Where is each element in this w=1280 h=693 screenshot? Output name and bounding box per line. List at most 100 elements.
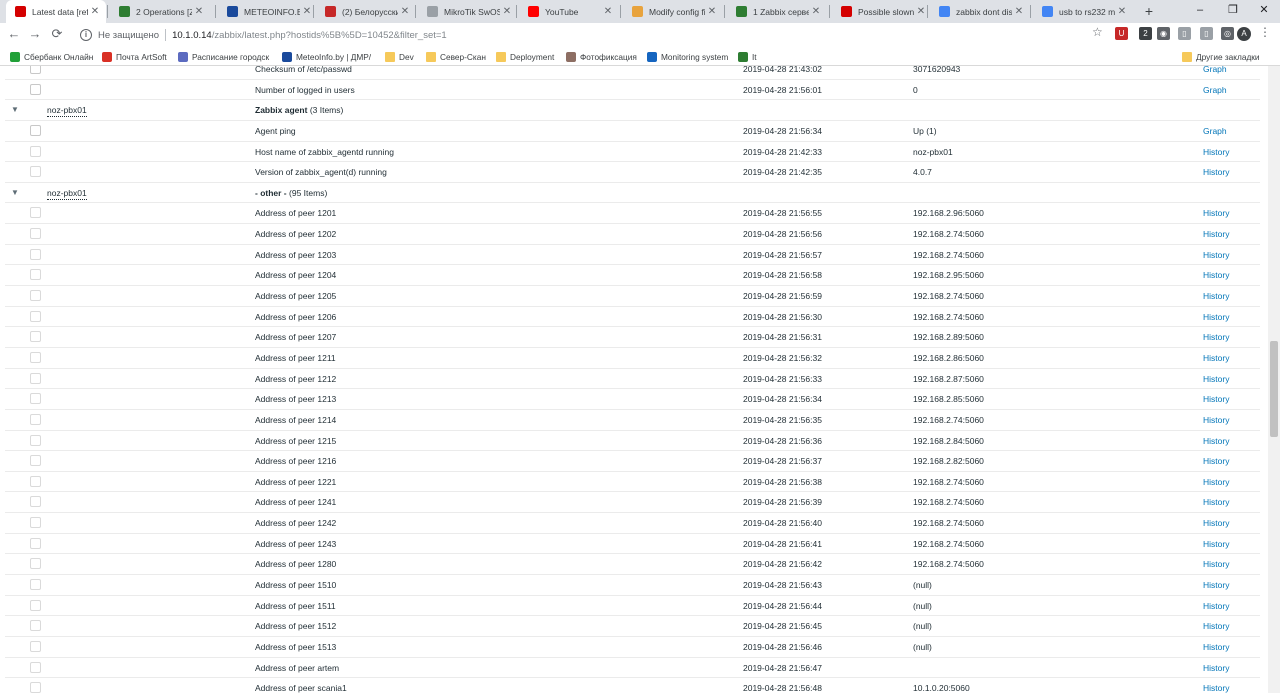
row-checkbox[interactable] — [30, 207, 41, 219]
bookmark-item[interactable]: Север-Скан — [426, 50, 486, 63]
close-icon[interactable]: ✕ — [601, 6, 615, 17]
row-checkbox[interactable] — [30, 83, 41, 95]
back-button[interactable]: ← — [5, 25, 23, 43]
bookmark-item[interactable]: Deployment — [496, 50, 554, 63]
scrollbar-thumb[interactable] — [1270, 341, 1278, 437]
bookmark-item[interactable]: Фотофиксация — [566, 50, 637, 63]
forward-button[interactable]: → — [26, 25, 44, 43]
row-checkbox[interactable] — [30, 475, 41, 487]
history-link[interactable]: History — [1203, 596, 1229, 616]
close-icon[interactable]: ✕ — [192, 6, 206, 17]
browser-tab[interactable]: zabbix dont disc ✕ — [930, 0, 1030, 23]
host-link[interactable]: noz-pbx01 — [47, 187, 87, 200]
history-link[interactable]: History — [1203, 348, 1229, 368]
browser-tab[interactable]: Latest data [refre✕ — [6, 0, 106, 23]
other-bookmarks[interactable]: Другие закладки — [1182, 50, 1260, 63]
close-icon[interactable]: ✕ — [88, 6, 102, 17]
history-link[interactable]: History — [1203, 492, 1229, 512]
browser-tab[interactable]: 1 Zabbix сервер✕ — [727, 0, 827, 23]
address-bar[interactable]: i Не защищено 10.1.0.14/zabbix/latest.ph… — [74, 25, 1116, 45]
browser-tab[interactable]: Possible slownes✕ — [832, 0, 932, 23]
row-checkbox[interactable] — [30, 579, 41, 591]
row-checkbox[interactable] — [30, 228, 41, 240]
browser-tab[interactable]: YouTube ✕ — [519, 0, 619, 23]
bookmark-item[interactable]: Dev — [385, 50, 414, 63]
collapse-toggle-icon[interactable]: ▼ — [11, 183, 19, 203]
graph-link[interactable]: Graph — [1203, 66, 1227, 79]
row-checkbox[interactable] — [30, 351, 41, 363]
history-link[interactable]: History — [1203, 410, 1229, 430]
row-checkbox[interactable] — [30, 310, 41, 322]
row-checkbox[interactable] — [30, 537, 41, 549]
history-link[interactable]: History — [1203, 286, 1229, 306]
history-link[interactable]: History — [1203, 162, 1229, 182]
history-link[interactable]: History — [1203, 142, 1229, 162]
history-link[interactable]: History — [1203, 245, 1229, 265]
new-tab-button[interactable]: + — [1140, 2, 1158, 20]
close-icon[interactable]: ✕ — [500, 6, 514, 17]
history-link[interactable]: History — [1203, 534, 1229, 554]
history-link[interactable]: History — [1203, 513, 1229, 533]
row-checkbox[interactable] — [30, 434, 41, 446]
camera-ext-icon[interactable]: ◎ — [1221, 27, 1234, 40]
history-link[interactable]: History — [1203, 616, 1229, 636]
row-checkbox[interactable] — [30, 66, 41, 74]
doc-ext-icon[interactable]: ▯ — [1178, 27, 1191, 40]
close-icon[interactable]: ✕ — [809, 6, 823, 17]
collapse-toggle-icon[interactable]: ▼ — [11, 100, 19, 120]
translate-ext-icon[interactable]: 2 — [1139, 27, 1152, 40]
row-checkbox[interactable] — [30, 372, 41, 384]
history-link[interactable]: History — [1203, 554, 1229, 574]
history-link[interactable]: History — [1203, 369, 1229, 389]
browser-tab[interactable]: 2 Operations [Za✕ — [110, 0, 210, 23]
browser-tab[interactable]: usb to rs232 mo ✕ — [1033, 0, 1133, 23]
history-link[interactable]: History — [1203, 389, 1229, 409]
host-link[interactable]: noz-pbx01 — [47, 104, 87, 118]
row-checkbox[interactable] — [30, 661, 41, 673]
bookmark-item[interactable]: Monitoring system — [647, 50, 728, 63]
ublock-ext-icon[interactable]: U — [1115, 27, 1128, 40]
history-link[interactable]: History — [1203, 658, 1229, 678]
bookmark-item[interactable]: Расписание городск — [178, 50, 269, 63]
browser-tab[interactable]: MikroTik SwOS ✕ — [418, 0, 518, 23]
bookmark-item[interactable]: MeteoInfo.by | ДМР/ — [282, 50, 371, 63]
history-link[interactable]: History — [1203, 203, 1229, 223]
history-link[interactable]: History — [1203, 327, 1229, 347]
scrollbar[interactable] — [1268, 66, 1280, 693]
close-icon[interactable]: ✕ — [705, 6, 719, 17]
history-link[interactable]: History — [1203, 224, 1229, 244]
row-checkbox[interactable] — [30, 496, 41, 508]
copy-ext-icon[interactable]: ▯ — [1200, 27, 1213, 40]
browser-tab[interactable]: METEOINFO.BY |✕ — [218, 0, 318, 23]
row-checkbox[interactable] — [30, 145, 41, 157]
close-icon[interactable]: ✕ — [914, 6, 928, 17]
browser-tab[interactable]: (2) Белорусский✕ — [316, 0, 416, 23]
row-checkbox[interactable] — [30, 331, 41, 343]
row-checkbox[interactable] — [30, 455, 41, 467]
graph-link[interactable]: Graph — [1203, 80, 1227, 100]
close-window-button[interactable]: ✕ — [1244, 0, 1280, 23]
row-checkbox[interactable] — [30, 517, 41, 529]
row-checkbox[interactable] — [30, 599, 41, 611]
avatar[interactable]: A — [1237, 27, 1251, 41]
history-link[interactable]: History — [1203, 265, 1229, 285]
close-icon[interactable]: ✕ — [300, 6, 314, 17]
history-link[interactable]: History — [1203, 575, 1229, 595]
history-link[interactable]: History — [1203, 678, 1229, 693]
row-checkbox[interactable] — [30, 166, 41, 178]
network-ext-icon[interactable]: ◉ — [1157, 27, 1170, 40]
row-checkbox[interactable] — [30, 620, 41, 632]
bookmark-item[interactable]: Почта ArtSoft — [102, 50, 167, 63]
bookmark-item[interactable]: Сбербанк Онлайн — [10, 50, 93, 63]
close-icon[interactable]: ✕ — [1012, 6, 1026, 17]
row-checkbox[interactable] — [30, 682, 41, 693]
browser-tab[interactable]: Modify config fil ✕ — [623, 0, 723, 23]
close-icon[interactable]: ✕ — [398, 6, 412, 17]
menu-icon[interactable]: ⋮ — [1259, 25, 1271, 39]
info-icon[interactable]: i — [80, 29, 92, 41]
row-checkbox[interactable] — [30, 558, 41, 570]
row-checkbox[interactable] — [30, 290, 41, 302]
row-checkbox[interactable] — [30, 269, 41, 281]
row-checkbox[interactable] — [30, 393, 41, 405]
row-checkbox[interactable] — [30, 248, 41, 260]
